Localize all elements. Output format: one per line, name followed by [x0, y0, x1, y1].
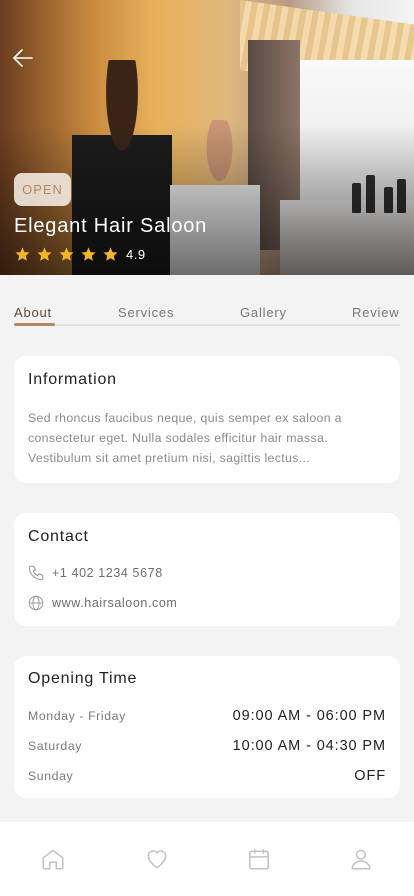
star-icon	[59, 247, 74, 261]
hours-day: Saturday	[28, 739, 83, 753]
hours-time: 10:00 AM - 04:30 PM	[232, 738, 386, 754]
information-text: Sed rhoncus faucibus neque, quis semper …	[28, 411, 342, 465]
opening-time-card: Opening Time Monday - Friday 09:00 AM - …	[14, 656, 400, 798]
tab-review[interactable]: Review	[352, 305, 399, 320]
hours-day: Monday - Friday	[28, 709, 126, 723]
rating-value: 4.9	[126, 247, 146, 262]
status-badge: OPEN	[14, 173, 71, 206]
nav-home[interactable]	[40, 846, 66, 872]
home-icon	[42, 849, 64, 870]
salon-title: Elegant Hair Saloon	[14, 215, 208, 237]
rating-stars	[14, 246, 124, 263]
tab-about[interactable]: About	[14, 305, 52, 320]
tab-indicator	[14, 323, 55, 326]
phone-number: +1 402 1234 5678	[52, 566, 163, 580]
bottom-nav	[0, 822, 414, 896]
star-icon	[15, 247, 30, 261]
phone-icon	[26, 563, 46, 583]
hero-image: OPEN Elegant Hair Saloon 4.9	[0, 0, 414, 275]
website-row[interactable]: www.hairsaloon.com	[26, 593, 177, 613]
opening-time-title: Opening Time	[28, 670, 138, 687]
rating: 4.9	[14, 246, 146, 263]
tab-services[interactable]: Services	[118, 305, 174, 320]
hours-time: OFF	[354, 768, 386, 784]
website-link: www.hairsaloon.com	[52, 596, 178, 610]
nav-calendar[interactable]	[246, 846, 272, 872]
hours-row: Sunday OFF	[28, 768, 386, 784]
tab-track	[14, 324, 400, 326]
star-icon	[37, 247, 52, 261]
hours-time: 09:00 AM - 06:00 PM	[232, 708, 386, 724]
information-card: Information Sed rhoncus faucibus neque, …	[14, 356, 400, 483]
hours-row: Monday - Friday 09:00 AM - 06:00 PM	[28, 708, 386, 724]
star-icon	[81, 247, 96, 261]
hours-row: Saturday 10:00 AM - 04:30 PM	[28, 738, 386, 754]
calendar-icon	[249, 849, 269, 870]
arrow-left-icon	[13, 49, 33, 67]
heart-icon	[147, 850, 167, 869]
contact-title: Contact	[28, 528, 89, 545]
tab-gallery[interactable]: Gallery	[240, 305, 287, 320]
information-title: Information	[28, 371, 117, 388]
back-button[interactable]	[10, 45, 36, 71]
phone-row[interactable]: +1 402 1234 5678	[26, 563, 163, 583]
globe-icon	[26, 593, 46, 613]
star-icon	[103, 247, 118, 261]
user-icon	[351, 849, 371, 870]
contact-card: Contact +1 402 1234 5678 www.hairsaloon.…	[14, 513, 400, 626]
nav-favorites[interactable]	[144, 846, 170, 872]
tab-bar: About Services Gallery Review	[14, 275, 400, 327]
hours-day: Sunday	[28, 769, 74, 783]
nav-profile[interactable]	[348, 846, 374, 872]
